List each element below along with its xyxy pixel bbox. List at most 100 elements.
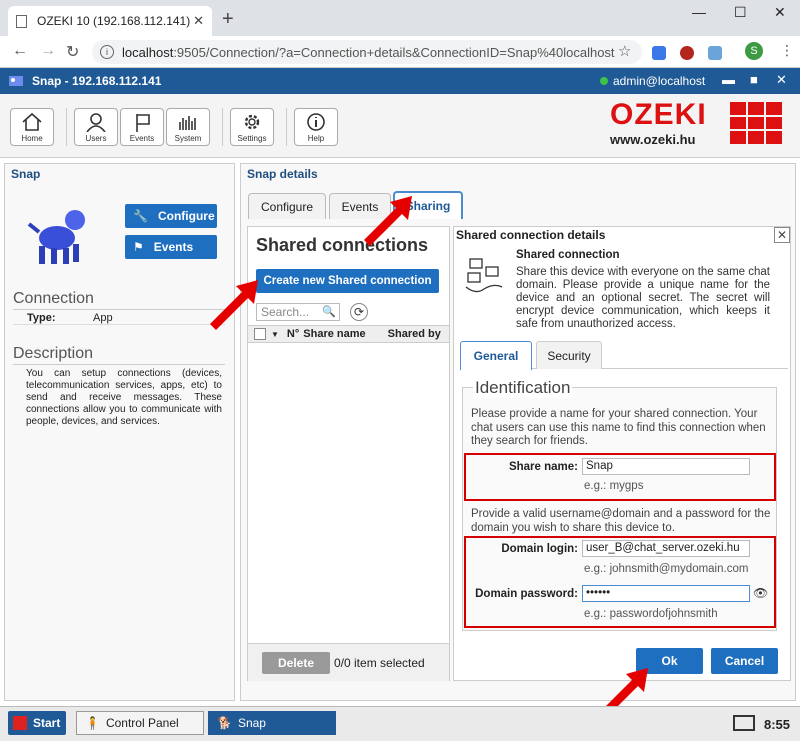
flag-icon bbox=[136, 114, 150, 132]
ozeki-url: www.ozeki.hu bbox=[610, 132, 696, 147]
identification-fieldset: Identification Please provide a name for… bbox=[462, 378, 777, 631]
details-title: Shared connection details bbox=[456, 228, 606, 242]
wrench-icon: 🔧 bbox=[133, 209, 148, 223]
close-window-icon[interactable]: ✕ bbox=[774, 4, 786, 21]
new-tab-icon[interactable]: + bbox=[222, 8, 234, 31]
configure-label: Configure bbox=[157, 209, 215, 223]
reload-icon[interactable]: ↻ bbox=[66, 42, 79, 62]
settings-label: Settings bbox=[237, 134, 267, 143]
type-row: Type: App bbox=[13, 312, 225, 325]
help-button[interactable]: Help bbox=[294, 108, 338, 146]
logged-in-user[interactable]: admin@localhost bbox=[600, 74, 705, 88]
start-label: Start bbox=[33, 716, 61, 730]
monitor-icon[interactable] bbox=[733, 715, 755, 731]
robot-dog-icon bbox=[27, 210, 85, 264]
share-name-input[interactable]: Snap bbox=[582, 458, 750, 475]
share-name-highlight: Share name: Snap e.g.: mygps bbox=[464, 453, 776, 501]
domain-password-input[interactable]: •••••• bbox=[582, 585, 750, 602]
browser-tab[interactable]: OZEKI 10 (192.168.112.141) ✕ bbox=[8, 6, 212, 36]
system-button[interactable]: System bbox=[166, 108, 210, 146]
help-label: Help bbox=[307, 134, 325, 143]
toolbar-divider bbox=[286, 108, 287, 146]
system-bars-icon bbox=[179, 116, 196, 130]
url-path: :9505/Connection/?a=Connection+details&C… bbox=[173, 44, 615, 60]
description-text: You can setup connections (devices, tele… bbox=[26, 368, 222, 427]
events-label: Events bbox=[129, 134, 155, 143]
description-heading: Description bbox=[13, 345, 225, 365]
home-label: Home bbox=[21, 134, 43, 143]
refresh-icon[interactable]: ⟳ bbox=[350, 303, 368, 321]
home-icon bbox=[22, 112, 42, 131]
extension-icon[interactable] bbox=[680, 46, 694, 60]
domain-login-input[interactable]: user_B@chat_server.ozeki.hu bbox=[582, 540, 750, 557]
control-panel-icon: 🧍 bbox=[85, 716, 100, 730]
maximize-icon[interactable]: ☐ bbox=[734, 4, 747, 21]
url-input[interactable]: i localhost:9505/Connection/?a=Connectio… bbox=[92, 40, 642, 64]
right-panel-title: Snap details bbox=[247, 167, 318, 181]
toolbar-divider bbox=[222, 108, 223, 146]
eye-icon[interactable]: 👁 bbox=[753, 586, 768, 600]
users-button[interactable]: Users bbox=[74, 108, 118, 146]
shared-connection-heading: Shared connection bbox=[516, 249, 620, 261]
connection-heading: Connection bbox=[13, 290, 225, 310]
info-circle-icon bbox=[307, 113, 325, 131]
extension-icon[interactable] bbox=[708, 46, 722, 60]
selected-count: 0/0 item selected bbox=[334, 656, 425, 670]
delete-button[interactable]: Delete bbox=[262, 652, 330, 674]
app-close-icon[interactable]: ✕ bbox=[776, 72, 787, 88]
cancel-button[interactable]: Cancel bbox=[711, 648, 778, 674]
events-label: Events bbox=[153, 240, 194, 254]
translate-extension-icon[interactable] bbox=[652, 46, 666, 60]
profile-avatar[interactable]: S bbox=[745, 42, 763, 60]
col-shared-by[interactable]: Shared by bbox=[388, 328, 441, 340]
snap-label: Snap bbox=[237, 716, 266, 730]
events-toolbar-button[interactable]: Events bbox=[120, 108, 164, 146]
col-number[interactable]: N° bbox=[287, 328, 299, 340]
taskbar-snap[interactable]: 🐕 Snap bbox=[208, 711, 336, 735]
taskbar-control-panel[interactable]: 🧍 Control Panel bbox=[76, 711, 204, 735]
minimize-icon[interactable]: — bbox=[692, 4, 706, 20]
configure-button[interactable]: 🔧 Configure bbox=[125, 204, 217, 228]
app-maximize-icon[interactable]: ■ bbox=[750, 72, 758, 87]
shared-connection-details-pane: Shared connection details ✕ Shared conne… bbox=[453, 226, 791, 681]
left-panel-title: Snap bbox=[11, 167, 41, 181]
create-shared-connection-button[interactable]: Create new Shared connection bbox=[256, 269, 439, 293]
chevron-down-icon[interactable]: ▼ bbox=[271, 330, 279, 339]
back-icon[interactable]: ← bbox=[12, 42, 28, 60]
shared-connections-pane: Shared connections Create new Shared con… bbox=[247, 226, 450, 681]
home-button[interactable]: Home bbox=[10, 108, 54, 146]
control-panel-label: Control Panel bbox=[105, 716, 179, 730]
app-minimize-icon[interactable]: ▬ bbox=[722, 72, 735, 87]
app-title: Snap - 192.168.112.141 bbox=[32, 74, 162, 88]
tab-configure[interactable]: Configure bbox=[248, 193, 326, 219]
domain-login-hint: e.g.: johnsmith@mydomain.com bbox=[584, 563, 749, 575]
close-tab-icon[interactable]: ✕ bbox=[193, 13, 204, 29]
arrow-annotation-icon bbox=[210, 280, 258, 330]
search-placeholder: Search... bbox=[261, 305, 310, 319]
share-network-icon bbox=[465, 258, 503, 293]
tab-general[interactable]: General bbox=[460, 341, 532, 370]
browser-tab-title: OZEKI 10 (192.168.112.141) bbox=[37, 14, 191, 28]
identification-legend: Identification bbox=[473, 378, 573, 398]
tab-security[interactable]: Security bbox=[536, 341, 602, 369]
bookmark-star-icon[interactable]: ☆ bbox=[618, 42, 631, 60]
search-icon[interactable]: 🔍 bbox=[322, 304, 336, 320]
list-footer: Delete 0/0 item selected bbox=[248, 643, 449, 681]
url-host: localhost bbox=[122, 44, 174, 60]
info-icon[interactable]: i bbox=[100, 45, 114, 59]
search-input[interactable]: Search... 🔍 bbox=[256, 303, 340, 321]
settings-button[interactable]: Settings bbox=[230, 108, 274, 146]
system-label: System bbox=[174, 134, 202, 143]
gear-icon bbox=[244, 114, 260, 130]
clock: 8:55 bbox=[764, 717, 791, 732]
events-button[interactable]: ⚑ Events bbox=[125, 235, 217, 259]
details-subtabs: General Security bbox=[460, 341, 788, 370]
start-button[interactable]: Start bbox=[8, 711, 66, 735]
menu-icon[interactable]: ⋮ bbox=[780, 42, 794, 59]
share-name-hint: e.g.: mygps bbox=[584, 480, 644, 492]
forward-icon[interactable]: → bbox=[40, 42, 56, 60]
col-share-name[interactable]: Share name bbox=[303, 328, 365, 340]
document-icon bbox=[16, 14, 27, 28]
user-icon bbox=[86, 113, 106, 133]
close-icon[interactable]: ✕ bbox=[774, 227, 790, 243]
